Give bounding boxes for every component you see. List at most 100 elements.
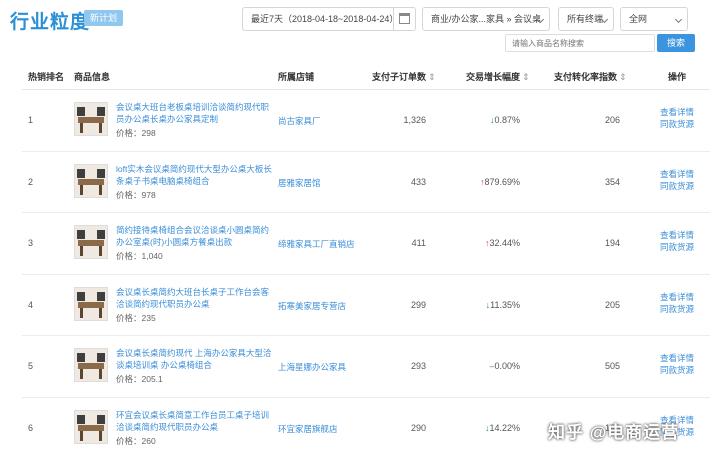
rank-value: 3 — [28, 238, 34, 248]
col-conversion-label: 支付转化率指数 — [554, 72, 618, 82]
growth-value: ↓11.35% — [486, 300, 520, 310]
product-name-link[interactable]: 会议桌长桌简约现代 上海办公家具大型洽谈桌培训桌 办公桌椅组合 — [116, 347, 274, 371]
col-orders-label: 支付子订单数 — [372, 72, 427, 82]
growth-percent: 14.22% — [489, 422, 520, 433]
table-row: 2 loft实木会议桌简约现代大型办公桌大板长条桌子书桌电脑桌椅组合价格：978 居… — [22, 152, 710, 213]
same-style-link[interactable]: 同款货源 — [660, 364, 694, 376]
rank-value: 5 — [28, 361, 34, 371]
terminal-select[interactable]: 所有终端 — [558, 7, 614, 31]
shop-link[interactable]: 拓寒美家居专营店 — [278, 300, 346, 312]
conversion-value: 206 — [604, 115, 620, 125]
orders-value: 1,326 — [403, 115, 426, 125]
product-thumbnail[interactable] — [74, 409, 108, 444]
chevron-down-icon — [674, 15, 683, 24]
product-thumbnail[interactable] — [74, 225, 108, 259]
category-value: 商业/办公家...家具 » 会议桌 — [431, 14, 542, 24]
same-style-link[interactable]: 同款货源 — [660, 118, 694, 130]
rank-value: 2 — [28, 176, 34, 187]
view-detail-link[interactable]: 查看详情 — [660, 352, 694, 364]
orders-value: 411 — [411, 238, 426, 248]
growth-percent: 0.00% — [494, 361, 520, 371]
table-row: 1 会议桌大班台老板桌培训洽谈简约现代职员办公桌长桌办公家具定制价格：298 尚古家… — [22, 90, 710, 152]
sort-icon: ⇕ — [428, 72, 436, 82]
col-ops: 操作 — [668, 72, 687, 82]
row-actions: 查看详情 同款货源 — [660, 291, 694, 315]
top-bar: 行业粒度 新计划 最近7天（2018-04-18~2018-04-24） 商业/… — [0, 0, 720, 64]
product-name-link[interactable]: 会议桌大班台老板桌培训洽谈简约现代职员办公桌长桌办公家具定制 — [116, 101, 274, 125]
row-actions: 查看详情 同款货源 — [660, 229, 694, 253]
product-name-link[interactable]: 会议桌长桌简约大班台长桌子工作台会客洽谈简约现代职员办公桌 — [116, 286, 274, 310]
table-row: 3 简约接待桌椅组合会议洽谈桌小圆桌简约办公室桌(时)小圆桌方餐桌出款 价格：1,0… — [22, 213, 710, 275]
network-select[interactable]: 全网 — [620, 7, 688, 31]
sort-icon: ⇕ — [619, 72, 627, 82]
table-row: 4 会议桌长桌简约大班台长桌子工作台会客洽谈简约现代职员办公桌 价格：235 拓寒美家… — [22, 275, 710, 336]
col-orders[interactable]: 支付子订单数 ⇕ — [372, 70, 436, 83]
product-thumbnail[interactable] — [74, 163, 108, 198]
sort-icon: ⇕ — [522, 72, 530, 82]
calendar-icon — [399, 13, 410, 24]
date-range-picker[interactable]: 最近7天（2018-04-18~2018-04-24） — [242, 7, 416, 31]
category-select[interactable]: 商业/办公家...家具 » 会议桌 — [422, 7, 550, 31]
orders-value: 299 — [410, 299, 426, 310]
shop-link[interactable]: 尚古家具厂 — [278, 115, 321, 127]
shop-link[interactable]: 上海星娜办公家具 — [278, 361, 346, 373]
rank-value: 4 — [28, 299, 34, 310]
search-input[interactable] — [505, 34, 655, 52]
growth-value: –0.00% — [489, 361, 520, 371]
growth-value: ↑32.44% — [485, 238, 520, 248]
conversion-value: 505 — [604, 361, 620, 371]
orders-value: 433 — [410, 176, 426, 187]
growth-value: ↓0.87% — [490, 115, 520, 125]
view-detail-link[interactable]: 查看详情 — [660, 291, 694, 303]
conversion-value: 354 — [604, 176, 620, 187]
product-price: 价格：205.1 — [116, 374, 163, 384]
conversion-value: 205 — [604, 299, 620, 310]
terminal-value: 所有终端 — [567, 14, 604, 24]
col-product: 商品信息 — [74, 72, 111, 82]
product-price: 价格：978 — [116, 189, 156, 200]
product-price: 价格：298 — [116, 128, 156, 138]
calendar-button[interactable] — [393, 8, 415, 30]
product-name-link[interactable]: 简约接待桌椅组合会议洽谈桌小圆桌简约办公室桌(时)小圆桌方餐桌出款 — [116, 224, 274, 248]
view-detail-link[interactable]: 查看详情 — [660, 106, 694, 118]
growth-percent: 879.69% — [484, 176, 520, 187]
table-header: 热销排名 商品信息 所属店铺 支付子订单数 ⇕ 交易增长幅度 ⇕ 支付转化率指数 ⇕ … — [22, 62, 710, 90]
col-rank: 热销排名 — [28, 72, 65, 82]
network-value: 全网 — [629, 14, 648, 24]
growth-percent: 32.44% — [489, 238, 520, 248]
date-range-value: 最近7天（2018-04-18~2018-04-24） — [251, 14, 399, 24]
row-actions: 查看详情 同款货源 — [660, 352, 694, 376]
rank-value: 1 — [28, 115, 34, 125]
row-actions: 查看详情 同款货源 — [660, 106, 694, 130]
orders-value: 293 — [410, 361, 426, 371]
table-row: 5 会议桌长桌简约现代 上海办公家具大型洽谈桌培训桌 办公桌椅组合价格：205.1… — [22, 336, 710, 398]
product-thumbnail[interactable] — [74, 286, 108, 321]
product-table: 热销排名 商品信息 所属店铺 支付子订单数 ⇕ 交易增长幅度 ⇕ 支付转化率指数 ⇕ … — [22, 62, 710, 457]
orders-value: 290 — [410, 422, 426, 433]
view-detail-link[interactable]: 查看详情 — [660, 229, 694, 241]
shop-link[interactable]: 环宜家居旗舰店 — [278, 423, 338, 435]
conversion-value: 194 — [604, 238, 620, 248]
col-conversion[interactable]: 支付转化率指数 ⇕ — [554, 70, 627, 83]
col-shop: 所属店铺 — [278, 72, 315, 82]
col-growth[interactable]: 交易增长幅度 ⇕ — [466, 70, 530, 83]
shop-link[interactable]: 居雅家居馆 — [278, 177, 321, 189]
growth-percent: 0.87% — [494, 115, 520, 125]
same-style-link[interactable]: 同款货源 — [660, 303, 694, 315]
same-style-link[interactable]: 同款货源 — [660, 180, 694, 192]
plan-badge[interactable]: 新计划 — [84, 10, 124, 26]
same-style-link[interactable]: 同款货源 — [660, 241, 694, 253]
shop-link[interactable]: 缔雅家具工厂直销店 — [278, 238, 355, 250]
view-detail-link[interactable]: 查看详情 — [660, 168, 694, 180]
col-growth-label: 交易增长幅度 — [466, 72, 521, 82]
product-name-link[interactable]: loft实木会议桌简约现代大型办公桌大板长条桌子书桌电脑桌椅组合 — [116, 163, 274, 187]
product-thumbnail[interactable] — [74, 348, 108, 382]
growth-percent: 11.35% — [490, 299, 520, 310]
growth-value: ↑879.69% — [480, 177, 520, 187]
row-actions: 查看详情 同款货源 — [660, 168, 694, 192]
product-thumbnail[interactable] — [74, 102, 108, 136]
growth-value: ↓14.22% — [485, 423, 520, 433]
product-name-link[interactable]: 环宜会议桌长桌简意工作台员工桌子培训洽谈桌简约现代职员办公桌 — [116, 409, 274, 433]
table-body: 1 会议桌大班台老板桌培训洽谈简约现代职员办公桌长桌办公家具定制价格：298 尚古家… — [22, 90, 710, 457]
search-button[interactable]: 搜索 — [657, 34, 695, 52]
